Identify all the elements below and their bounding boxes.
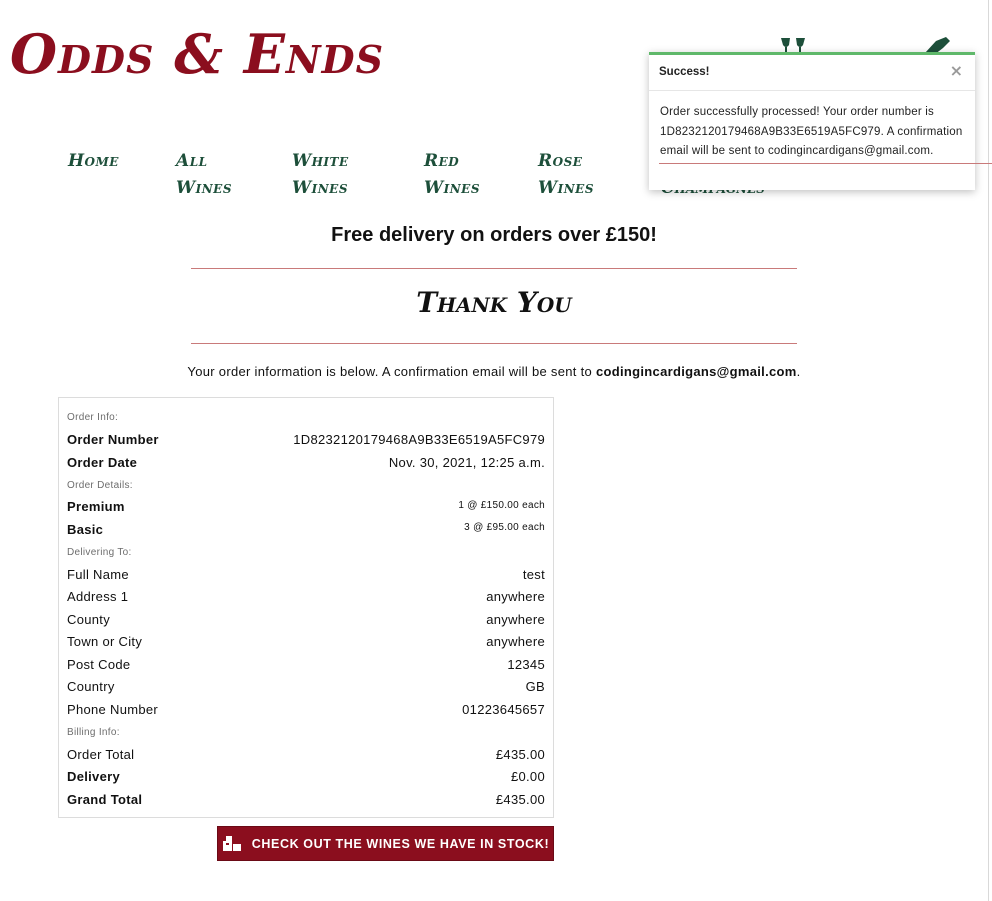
- intro-prefix: Your order information is below. A confi…: [187, 364, 596, 379]
- item-detail: 3 @ £95.00 each: [464, 522, 545, 533]
- delivery-label: Address 1: [67, 589, 129, 604]
- section-delivering-to: Delivering To:: [67, 547, 132, 558]
- billing-value: £435.00: [495, 747, 545, 762]
- nav-all-wines[interactable]: All Wines: [176, 148, 256, 202]
- toast-title: Success!: [659, 66, 710, 78]
- section-order-details: Order Details:: [67, 480, 133, 491]
- delivery-label: County: [67, 612, 110, 627]
- billing-value: £435.00: [495, 792, 545, 807]
- section-billing-info: Billing Info:: [67, 727, 120, 738]
- intro-suffix: .: [796, 364, 801, 379]
- delivery-label: Phone Number: [67, 702, 159, 717]
- nav-home[interactable]: Home: [68, 148, 178, 175]
- divider-top: [191, 268, 797, 269]
- section-order-info: Order Info:: [67, 412, 119, 423]
- billing-label: Delivery: [67, 769, 120, 784]
- delivery-label: Full Name: [67, 567, 129, 582]
- billing-value: £0.00: [510, 769, 545, 784]
- order-date-label: Order Date: [67, 455, 138, 470]
- divider-bottom: [191, 343, 797, 344]
- nav-rose-wines[interactable]: Rose Wines: [538, 148, 618, 202]
- billing-label: Grand Total: [67, 792, 143, 807]
- delivery-banner: Free delivery on orders over £150!: [331, 224, 657, 246]
- order-date-value: Nov. 30, 2021, 12:25 a.m.: [388, 455, 545, 470]
- delivery-label: Post Code: [67, 657, 131, 672]
- toast-divider: [659, 163, 992, 164]
- delivery-label: Town or City: [67, 634, 143, 649]
- toast-header: Success! ×: [649, 55, 975, 91]
- success-toast: Success! × Order successfully processed!…: [649, 52, 992, 190]
- delivery-value: anywhere: [486, 612, 545, 627]
- shop-stock-button[interactable]: CHECK OUT THE WINES WE HAVE IN STOCK!: [217, 826, 554, 861]
- page-edge-divider: [988, 0, 989, 901]
- page-title: Thank You: [416, 286, 572, 319]
- close-icon[interactable]: ×: [950, 61, 963, 80]
- confirmation-email: codingincardigans@gmail.com: [595, 364, 797, 379]
- delivery-value: 01223645657: [462, 702, 545, 717]
- delivery-label: Country: [67, 679, 115, 694]
- order-number-value: 1D8232120179468A9B33E6519A5FC979: [293, 432, 545, 447]
- delivery-value: test: [522, 567, 545, 582]
- delivery-value: anywhere: [486, 634, 545, 649]
- billing-label: Order Total: [67, 747, 135, 762]
- nav-white-wines[interactable]: White Wines: [292, 148, 378, 202]
- nav-red-wines[interactable]: Red Wines: [424, 148, 504, 202]
- order-number-label: Order Number: [67, 432, 159, 447]
- toast-message: Order successfully processed! Your order…: [660, 106, 963, 157]
- order-intro-text: Your order information is below. A confi…: [60, 364, 928, 379]
- order-summary-table: Order Info: Order Number 1D8232120179468…: [58, 397, 554, 818]
- boxes-icon: [222, 835, 241, 851]
- delivery-value: GB: [525, 679, 545, 694]
- item-name: Basic: [67, 522, 104, 537]
- delivery-value: anywhere: [486, 589, 545, 604]
- delivery-value: 12345: [507, 657, 545, 672]
- item-detail: 1 @ £150.00 each: [458, 500, 545, 511]
- site-logo[interactable]: Odds & Ends: [10, 22, 384, 86]
- shop-stock-label: CHECK OUT THE WINES WE HAVE IN STOCK!: [251, 836, 550, 851]
- item-name: Premium: [67, 499, 125, 514]
